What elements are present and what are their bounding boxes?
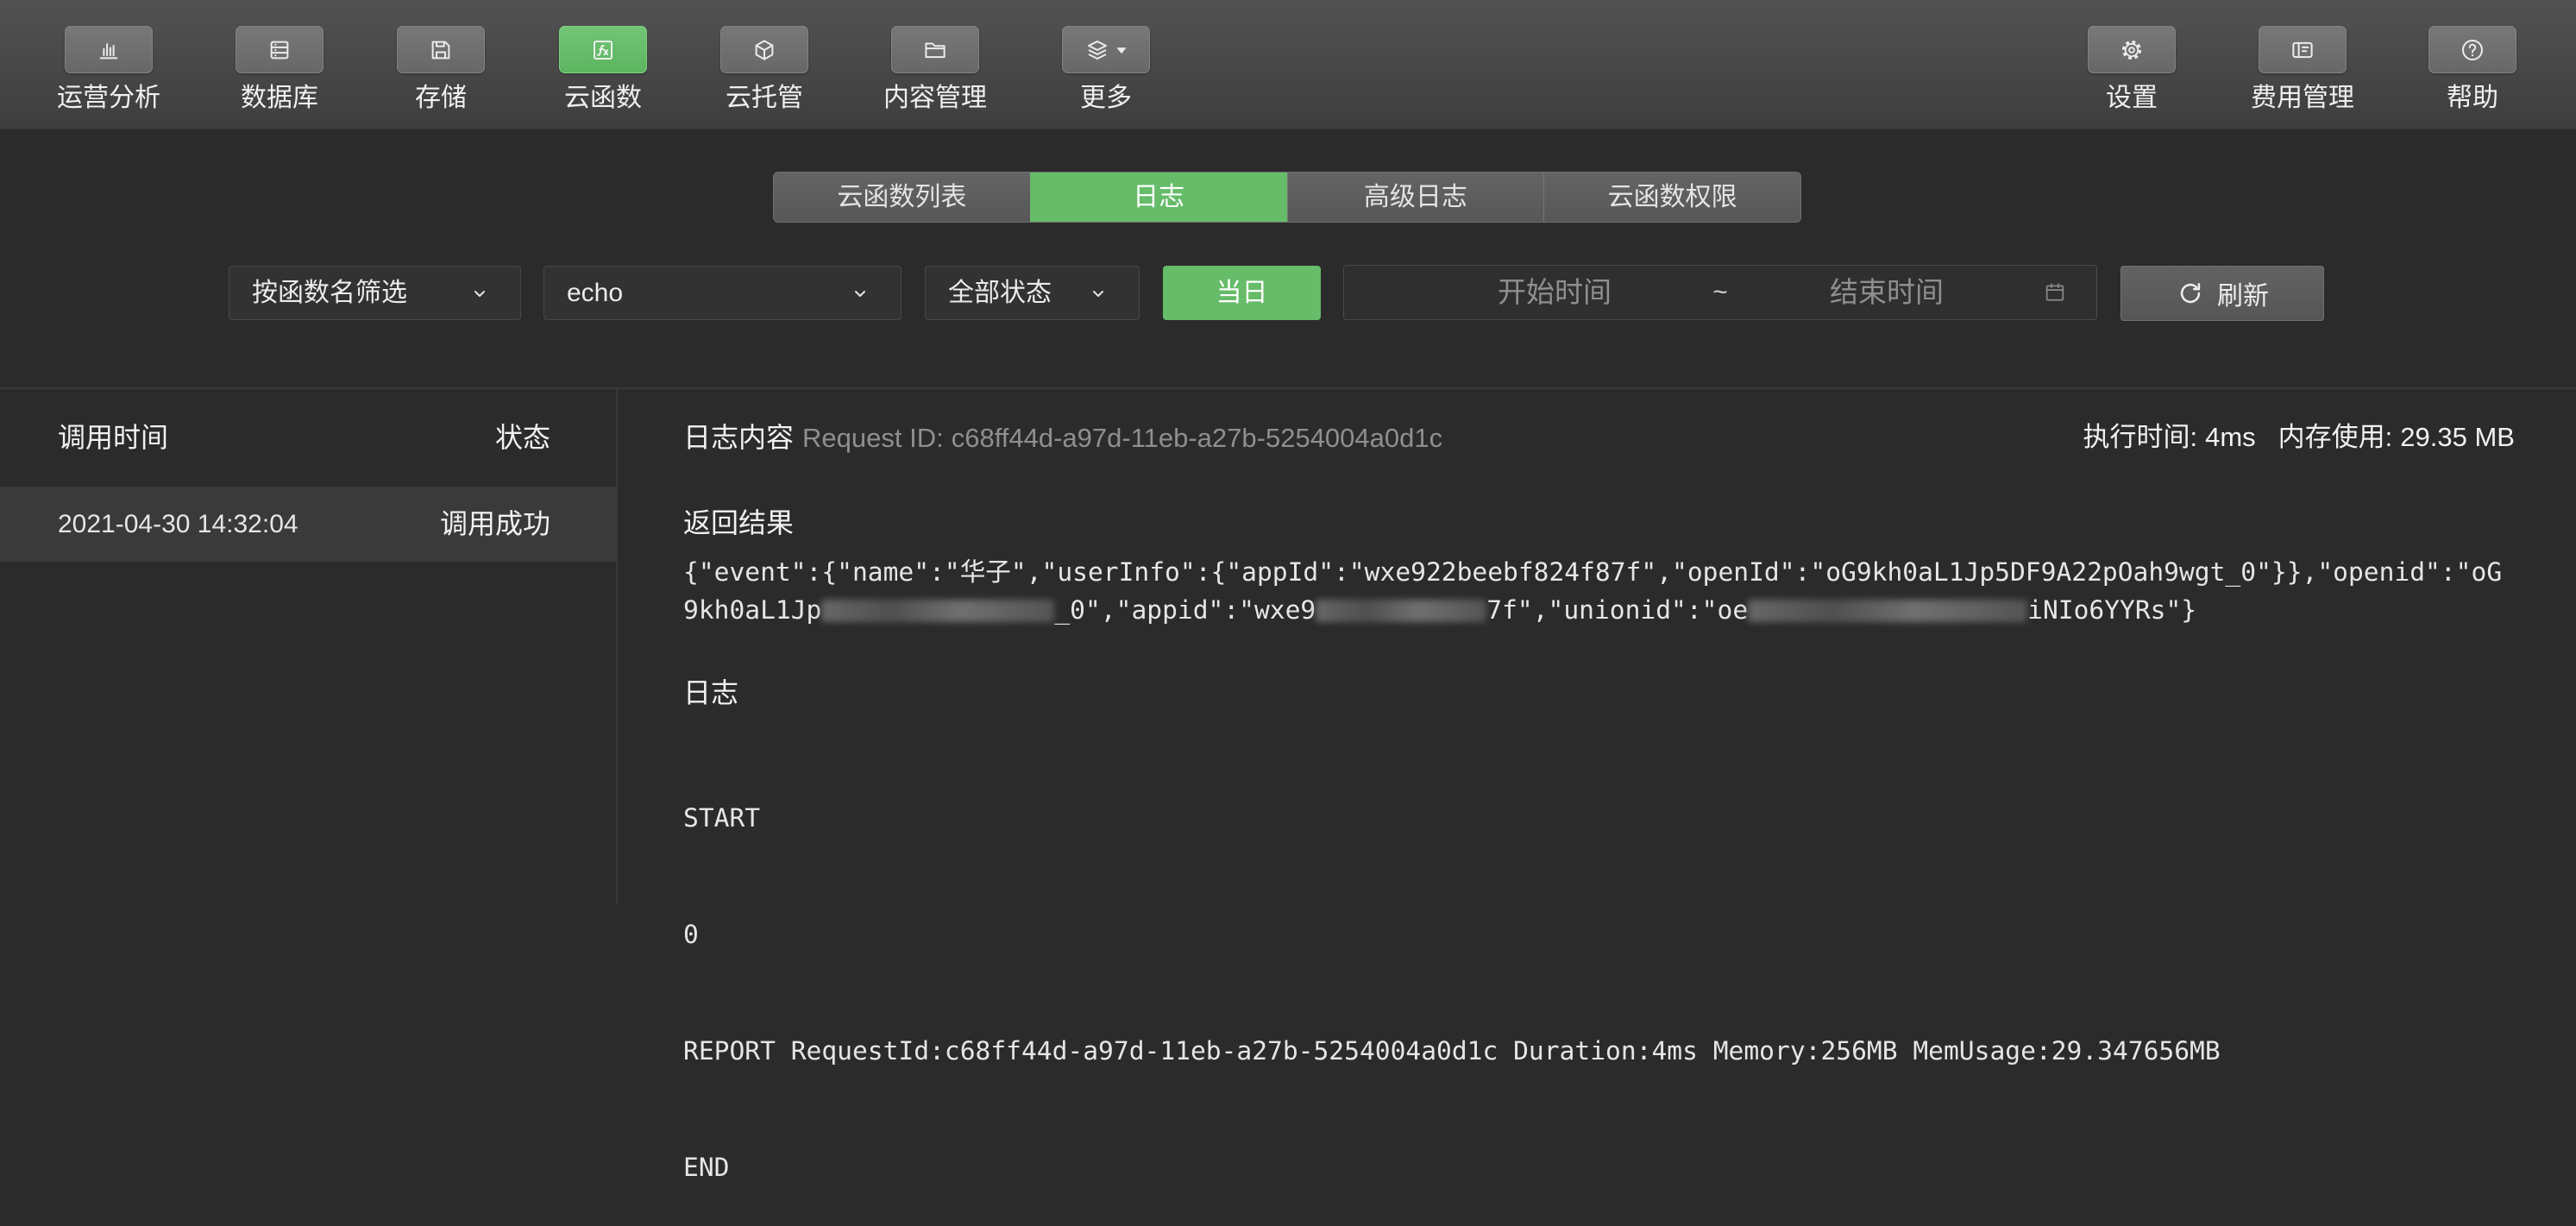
result-text: 7f","unionid":"oe [1486,595,1749,625]
redacted-block [1748,600,2028,622]
invocation-list-header: 调用时间 状态 [0,389,616,487]
billing-icon [2292,41,2313,58]
log-detail-header: 日志内容 Request ID: c68ff44d-a97d-11eb-a27b-… [683,418,1442,456]
nav-cloud-function-label: 云函数 [564,84,642,112]
result-line-2: 9kh0aL1Jp _0","appid":"wxe9 7f","unionid":… [683,591,2564,629]
refresh-icon [2180,283,2201,304]
invocation-time: 2021-04-30 14:32:04 [58,510,298,538]
tab-advanced-logs[interactable]: 高级日志 [1286,173,1544,222]
top-toolbar: 运营分析 数据库 存储 云函数 云托管 内容管理 更多 设置 费用管理 帮助 [0,0,2576,129]
result-line-1: {"event":{"name":"华子","userInfo":{"appId… [683,557,2503,587]
nav-settings-label: 设置 [2106,84,2158,112]
nav-storage-label: 存储 [415,84,467,112]
invocation-row[interactable]: 2021-04-30 14:32:04 调用成功 [0,487,616,562]
tab-logs[interactable]: 日志 [1029,173,1287,222]
log-section-title: 日志 [683,677,739,708]
layers-icon [1088,40,1107,60]
request-id-value: c68ff44d-a97d-11eb-a27b-5254004a0d1c [951,423,1443,453]
tab-function-list[interactable]: 云函数列表 [774,173,1030,222]
result-text: 9kh0aL1Jp [683,595,822,625]
calendar-icon [2045,283,2064,301]
tab-function-permissions[interactable]: 云函数权限 [1543,173,1800,222]
nav-cloud-hosting-label: 云托管 [726,84,803,112]
nav-storage-icon-box [397,26,485,73]
result-text: iNIo6YYRs"} [2027,595,2197,625]
log-line: END [683,1153,730,1182]
request-id: Request ID: c68ff44d-a97d-11eb-a27b-52540… [802,419,1442,457]
status-select[interactable]: 全部状态 [925,266,1140,320]
nav-database-label: 数据库 [241,84,318,112]
gear-icon [2121,40,2142,60]
nav-billing[interactable]: 费用管理 [2216,0,2389,129]
save-icon [431,41,450,59]
date-range-separator: ~ [1712,278,1728,306]
result-section-title: 返回结果 [683,507,795,538]
exec-time-value: 4ms [2205,422,2256,452]
column-header-time: 调用时间 [58,422,169,453]
today-button[interactable]: 当日 [1163,266,1321,320]
nav-storage[interactable]: 存储 [355,0,527,129]
nav-settings-icon-box [2088,26,2176,73]
help-icon [2461,39,2484,60]
exec-time-label: 执行时间: [2083,422,2198,452]
nav-content-management-icon-box [891,26,979,73]
chevron-down-icon [855,291,865,297]
nav-cloud-function-icon-box [559,26,647,73]
chevron-down-icon [474,291,485,297]
nav-cloud-function[interactable]: 云函数 [517,0,689,129]
log-line: REPORT RequestId:c68ff44d-a97d-11eb-a27b… [683,1036,2221,1066]
nav-more-label: 更多 [1080,84,1132,112]
log-line: 0 [683,920,699,949]
result-text: _0","appid":"wxe9 [1054,595,1316,625]
column-header-status: 状态 [494,422,550,453]
request-id-label: Request ID: [802,423,944,453]
log-detail-metrics: 执行时间: 4ms 内存使用: 29.35 MB [2083,418,2515,456]
function-name-value: echo [567,279,624,307]
date-range-picker[interactable]: 开始时间 ~ 结束时间 [1343,265,2097,320]
invocation-list: 调用时间 状态 2021-04-30 14:32:04 调用成功 [0,389,618,903]
nav-help-label: 帮助 [2447,84,2498,112]
folder-icon [925,42,946,58]
nav-analytics-icon-box [65,26,153,73]
nav-help-icon-box [2428,26,2516,73]
log-detail-title: 日志内容 [683,422,795,453]
nav-cloud-hosting[interactable]: 云托管 [678,0,851,129]
nav-billing-icon-box [2259,26,2347,73]
status-value: 全部状态 [948,279,1052,307]
function-icon [594,40,613,60]
nav-more-dropdown[interactable]: 更多 [1020,0,1192,129]
cube-icon [755,39,774,60]
nav-cloud-hosting-icon-box [720,26,808,73]
nav-analytics-label: 运营分析 [57,84,160,112]
nav-content-management[interactable]: 内容管理 [849,0,1021,129]
log-output: START 0 REPORT RequestId:c68ff44d-a97d-1… [683,721,2221,1226]
filter-mode-value: 按函数名筛选 [252,279,407,307]
chevron-down-icon [1093,291,1103,297]
start-date-input[interactable]: 开始时间 [1451,266,1658,319]
nav-help[interactable]: 帮助 [2386,0,2559,129]
memory-label: 内存使用: [2278,422,2393,452]
memory-value: 29.35 MB [2400,422,2515,452]
invocation-status: 调用成功 [439,508,550,539]
filter-mode-select[interactable]: 按函数名筛选 [229,266,521,320]
redacted-block [821,600,1055,622]
redacted-block [1316,600,1487,622]
nav-content-management-label: 内容管理 [883,84,987,112]
nav-settings[interactable]: 设置 [2045,0,2218,129]
nav-more-icon-box [1062,26,1150,73]
refresh-button-label: 刷新 [2217,282,2269,311]
bar-chart-icon [99,42,118,59]
function-tabs: 云函数列表 日志 高级日志 云函数权限 [774,173,1800,222]
database-icon [270,41,289,59]
nav-database-icon-box [236,26,324,73]
function-name-select[interactable]: echo [543,266,902,320]
refresh-button[interactable]: 刷新 [2120,266,2324,321]
nav-billing-label: 费用管理 [2251,84,2354,112]
nav-analytics[interactable]: 运营分析 [22,0,195,129]
caret-down-icon [1116,47,1127,53]
nav-database[interactable]: 数据库 [193,0,366,129]
log-line: START [683,803,761,833]
end-date-input[interactable]: 结束时间 [1783,266,1990,319]
